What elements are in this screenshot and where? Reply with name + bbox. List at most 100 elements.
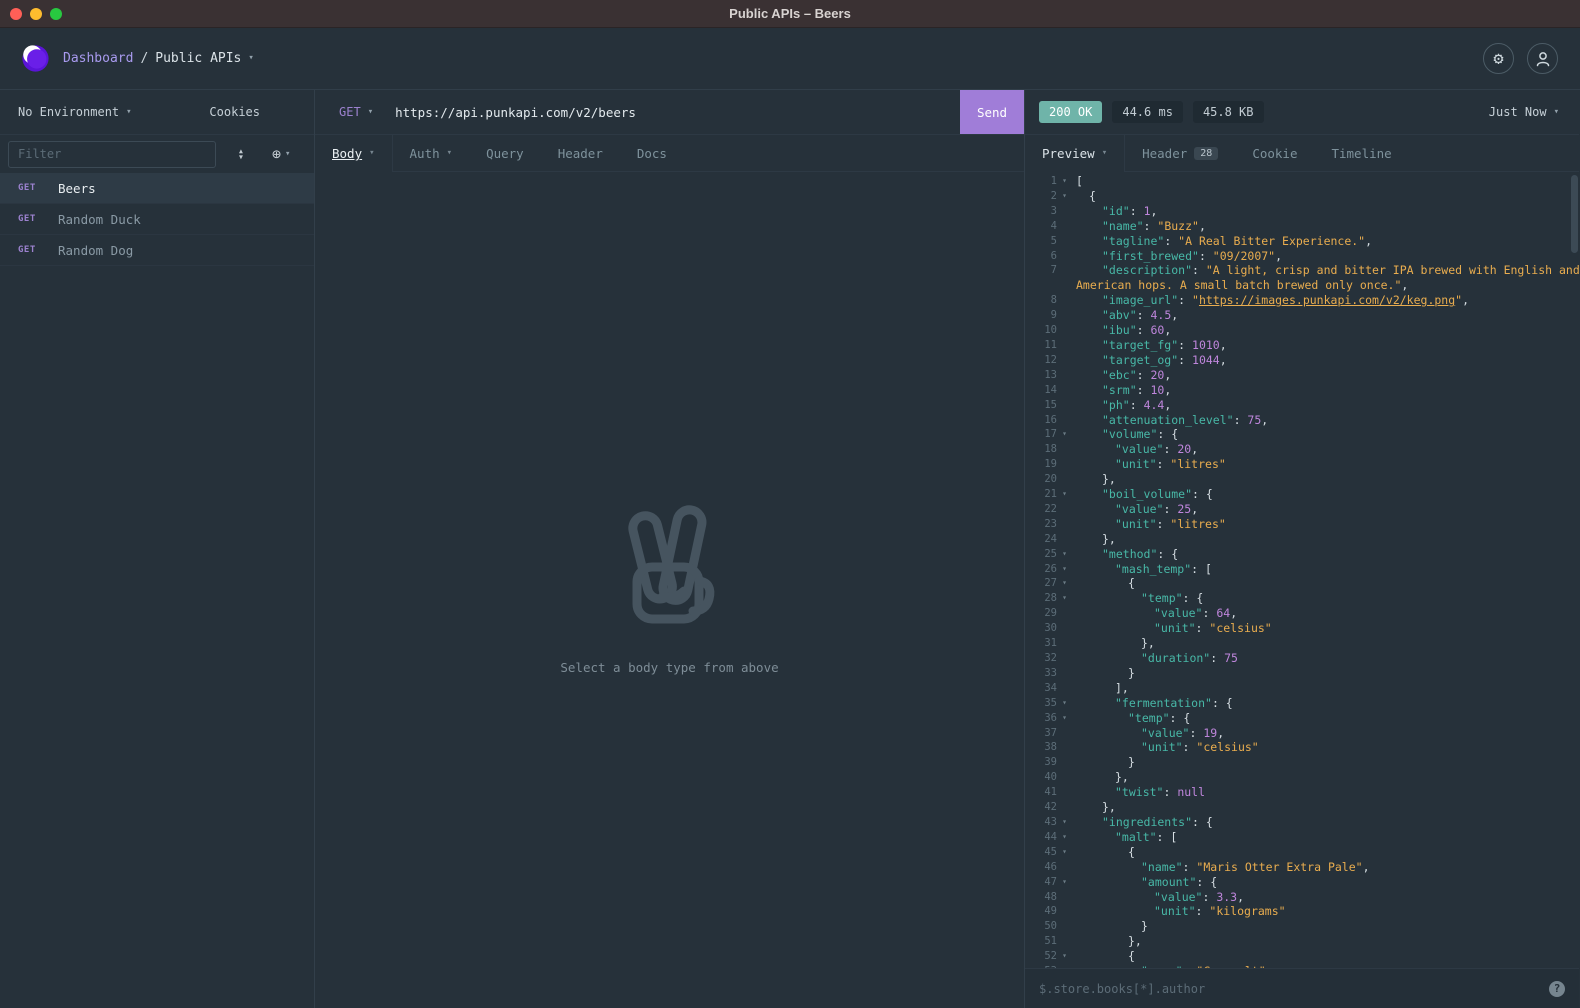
response-filter-input[interactable] [1039,982,1539,996]
code-content: American hops. A small batch brewed only… [1072,278,1579,293]
fold-toggle-icon[interactable]: ▾ [1057,562,1072,577]
fold-spacer [1057,651,1072,666]
json-token: "litres" [1170,517,1225,531]
fold-toggle-icon[interactable]: ▾ [1057,711,1072,726]
cookies-button[interactable]: Cookies [209,105,260,119]
sidebar-filter-input[interactable] [8,141,216,168]
json-token: : [1196,621,1210,635]
json-token: : [1183,740,1197,754]
line-number: 19 [1025,457,1057,472]
fold-toggle-icon[interactable]: ▾ [1057,949,1072,964]
response-filter-bar: ? [1025,968,1579,1008]
line-number: 38 [1025,740,1057,755]
line-number: 44 [1025,830,1057,845]
code-line: 37"value": 19, [1025,726,1579,741]
minimize-window-icon[interactable] [30,8,42,20]
fold-toggle-icon[interactable]: ▾ [1057,591,1072,606]
json-token: : { [1196,875,1217,889]
fold-toggle-icon[interactable]: ▾ [1057,830,1072,845]
fold-toggle-icon[interactable]: ▾ [1057,427,1072,442]
json-token: : [1130,204,1144,218]
json-token: , [1220,338,1227,352]
line-number: 2 [1025,189,1057,204]
line-number: 22 [1025,502,1057,517]
fold-toggle-icon[interactable]: ▾ [1057,845,1072,860]
url-input[interactable]: https://api.punkapi.com/v2/beers [385,105,960,120]
zoom-window-icon[interactable] [50,8,62,20]
fold-spacer [1057,785,1072,800]
environment-selector[interactable]: No Environment ▾ [18,105,132,119]
code-content: "attenuation_level": 75, [1072,413,1579,428]
line-number: 3 [1025,204,1057,219]
send-button[interactable]: Send [960,90,1024,134]
code-line: 29"value": 64, [1025,606,1579,621]
response-history-dropdown[interactable]: Just Now ▾ [1489,105,1565,119]
fold-toggle-icon[interactable]: ▾ [1057,189,1072,204]
code-line: 14"srm": 10, [1025,383,1579,398]
tab-body[interactable]: Body▾ [315,135,393,172]
tab-header[interactable]: Header [541,135,620,171]
line-number: 29 [1025,606,1057,621]
line-number: 34 [1025,681,1057,696]
line-number: 52 [1025,949,1057,964]
fold-toggle-icon[interactable]: ▾ [1057,696,1072,711]
fold-spacer [1057,502,1072,517]
workspace-dropdown-caret-icon[interactable]: ▾ [248,54,253,63]
tab-docs[interactable]: Docs [620,135,684,171]
json-token: "A Real Bitter Experience." [1178,234,1365,248]
json-link[interactable]: https://images.punkapi.com/v2/keg.png [1199,293,1455,307]
sidebar-sort-button[interactable]: ▲ ▼ [224,148,258,160]
response-tab-cookie[interactable]: Cookie [1235,135,1314,171]
json-token: : { [1170,711,1191,725]
account-button[interactable] [1527,43,1558,74]
close-window-icon[interactable] [10,8,22,20]
breadcrumb-current-workspace[interactable]: Public APIs [155,51,241,66]
fold-spacer [1057,890,1072,905]
fold-toggle-icon[interactable]: ▾ [1057,174,1072,189]
code-line: 40}, [1025,770,1579,785]
fold-spacer [1057,368,1072,383]
response-tab-timeline[interactable]: Timeline [1314,135,1408,171]
fold-toggle-icon[interactable]: ▾ [1057,875,1072,890]
json-token: "kilograms" [1209,904,1285,918]
breadcrumb-dashboard-link[interactable]: Dashboard [63,51,133,66]
fold-spacer [1057,293,1072,308]
window-title: Public APIs – Beers [729,6,851,21]
response-tab-header[interactable]: Header28 [1125,135,1235,171]
add-request-button[interactable]: ⊕ ▾ [272,145,290,163]
request-list-item[interactable]: GETRandom Dog [0,235,314,266]
json-token: : [1157,457,1171,471]
json-token: American hops. A small batch brewed only… [1076,278,1401,292]
line-number: 6 [1025,249,1057,264]
code-line: 33} [1025,666,1579,681]
code-content: { [1072,949,1579,964]
code-line: 28▾"temp": { [1025,591,1579,606]
json-token: 64 [1216,606,1230,620]
code-line: 47▾"amount": { [1025,875,1579,890]
filter-help-icon[interactable]: ? [1549,981,1565,997]
code-line: 34], [1025,681,1579,696]
code-content: "boil_volume": { [1072,487,1579,502]
request-list-item[interactable]: GETRandom Duck [0,204,314,235]
tab-query[interactable]: Query [469,135,541,171]
code-line: 1▾[ [1025,174,1579,189]
fold-toggle-icon[interactable]: ▾ [1057,576,1072,591]
tab-auth[interactable]: Auth▾ [393,135,470,171]
scrollbar-thumb[interactable] [1571,175,1578,253]
response-tab-preview[interactable]: Preview▾ [1025,135,1125,172]
fold-toggle-icon[interactable]: ▾ [1057,815,1072,830]
fold-toggle-icon[interactable]: ▾ [1057,487,1072,502]
method-dropdown[interactable]: GET ▾ [315,105,385,119]
code-content: }, [1072,532,1579,547]
fold-spacer [1057,353,1072,368]
json-token: "volume" [1102,427,1157,441]
settings-button[interactable]: ⚙ [1483,43,1514,74]
fold-toggle-icon[interactable]: ▾ [1057,547,1072,562]
header-count-badge: 28 [1194,147,1218,160]
response-body-viewer[interactable]: 1▾[2▾{3"id": 1,4"name": "Buzz",5"tagline… [1025,172,1579,968]
json-token: }, [1102,472,1116,486]
request-list-item[interactable]: GETBeers [0,173,314,204]
json-token: "first_brewed" [1102,249,1199,263]
insomnia-logo-icon [22,45,49,72]
json-token: : [1137,323,1151,337]
